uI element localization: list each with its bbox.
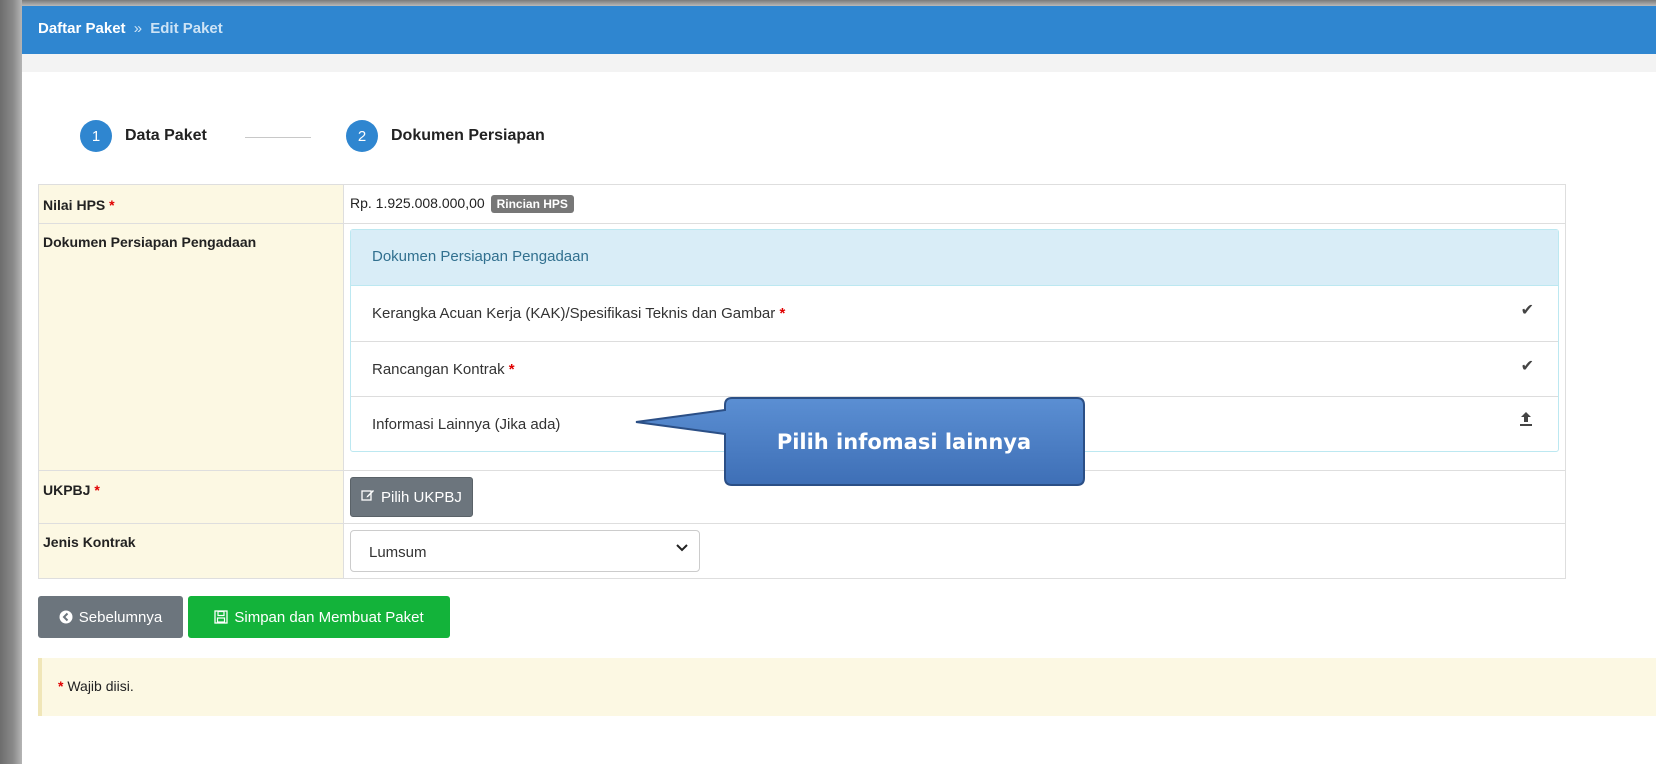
nilai-hps-label-cell: Nilai HPS * xyxy=(38,184,344,224)
step-dokumen-persiapan[interactable]: 2 Dokumen Persiapan xyxy=(346,120,545,152)
breadcrumb-current: Edit Paket xyxy=(150,20,223,37)
nilai-hps-value: Rp. 1.925.008.000,00 xyxy=(350,195,485,211)
required-note-text: Wajib diisi. xyxy=(67,678,134,694)
simpan-button[interactable]: Simpan dan Membuat Paket xyxy=(188,596,450,638)
rincian-hps-badge[interactable]: Rincian HPS xyxy=(490,195,574,213)
dokumen-label-cell: Dokumen Persiapan Pengadaan xyxy=(38,223,344,471)
header-spacer xyxy=(22,54,1656,72)
breadcrumb: Daftar Paket » Edit Paket xyxy=(22,6,1656,54)
upload-icon[interactable] xyxy=(1518,411,1534,432)
jenis-kontrak-label-cell: Jenis Kontrak xyxy=(38,523,344,579)
window-frame-left xyxy=(0,0,22,764)
dokumen-item-label: Rancangan Kontrak xyxy=(372,361,505,378)
page: Daftar Paket » Edit Paket 1 Data Paket 2… xyxy=(22,6,1656,764)
edit-icon xyxy=(361,488,375,502)
dokumen-panel-title: Dokumen Persiapan Pengadaan xyxy=(351,230,1558,286)
step-number-2: 2 xyxy=(346,120,378,152)
dokumen-label: Dokumen Persiapan Pengadaan xyxy=(43,234,257,250)
jenis-kontrak-selected: Lumsum xyxy=(369,544,427,561)
row-nilai-hps: Nilai HPS * Rp. 1.925.008.000,00 Rincian… xyxy=(38,184,1566,224)
required-note: * Wajib diisi. xyxy=(38,658,1656,716)
pilih-ukpbj-label: Pilih UKPBJ xyxy=(381,489,462,506)
sebelumnya-label: Sebelumnya xyxy=(78,608,163,626)
circle-arrow-left-icon xyxy=(59,610,73,624)
pilih-ukpbj-button[interactable]: Pilih UKPBJ xyxy=(350,477,473,517)
jenis-kontrak-select[interactable]: Lumsum xyxy=(350,530,700,572)
nilai-hps-label: Nilai HPS xyxy=(43,197,106,213)
check-icon[interactable]: ✔ xyxy=(1521,300,1534,320)
step-data-paket[interactable]: 1 Data Paket xyxy=(80,120,207,152)
step-label-1: Data Paket xyxy=(125,127,207,144)
save-icon xyxy=(214,610,229,624)
dokumen-item-rancangan-kontrak[interactable]: Rancangan Kontrak * ✔ xyxy=(351,341,1558,396)
dokumen-item-label: Informasi Lainnya (Jika ada) xyxy=(372,416,561,433)
jenis-kontrak-value-cell: Lumsum xyxy=(343,523,1566,579)
simpan-label: Simpan dan Membuat Paket xyxy=(234,608,424,626)
dokumen-item-kak[interactable]: Kerangka Acuan Kerja (KAK)/Spesifikasi T… xyxy=(351,286,1558,341)
sebelumnya-button[interactable]: Sebelumnya xyxy=(38,596,183,638)
required-mark: * xyxy=(508,361,515,378)
required-mark: * xyxy=(109,197,115,213)
nilai-hps-value-cell: Rp. 1.925.008.000,00 Rincian HPS xyxy=(343,184,1566,224)
jenis-kontrak-label: Jenis Kontrak xyxy=(43,534,136,550)
edit-paket-form: Nilai HPS * Rp. 1.925.008.000,00 Rincian… xyxy=(38,184,1566,579)
required-mark: * xyxy=(779,305,786,322)
required-mark: * xyxy=(58,678,64,694)
dokumen-item-label: Kerangka Acuan Kerja (KAK)/Spesifikasi T… xyxy=(372,305,776,322)
required-mark: * xyxy=(94,482,100,498)
step-label-2: Dokumen Persiapan xyxy=(391,127,545,144)
ukpbj-label-cell: UKPBJ * xyxy=(38,470,344,524)
breadcrumb-separator: » xyxy=(133,20,143,37)
ukpbj-label: UKPBJ xyxy=(43,482,91,498)
row-jenis-kontrak: Jenis Kontrak Lumsum xyxy=(38,523,1566,579)
step-number-1: 1 xyxy=(80,120,112,152)
callout-text: Pilih infomasi lainnya xyxy=(776,430,1032,454)
check-icon[interactable]: ✔ xyxy=(1521,356,1534,376)
chevron-down-icon xyxy=(676,544,688,552)
breadcrumb-root-link[interactable]: Daftar Paket xyxy=(38,20,126,37)
stepper-connector xyxy=(245,137,311,138)
